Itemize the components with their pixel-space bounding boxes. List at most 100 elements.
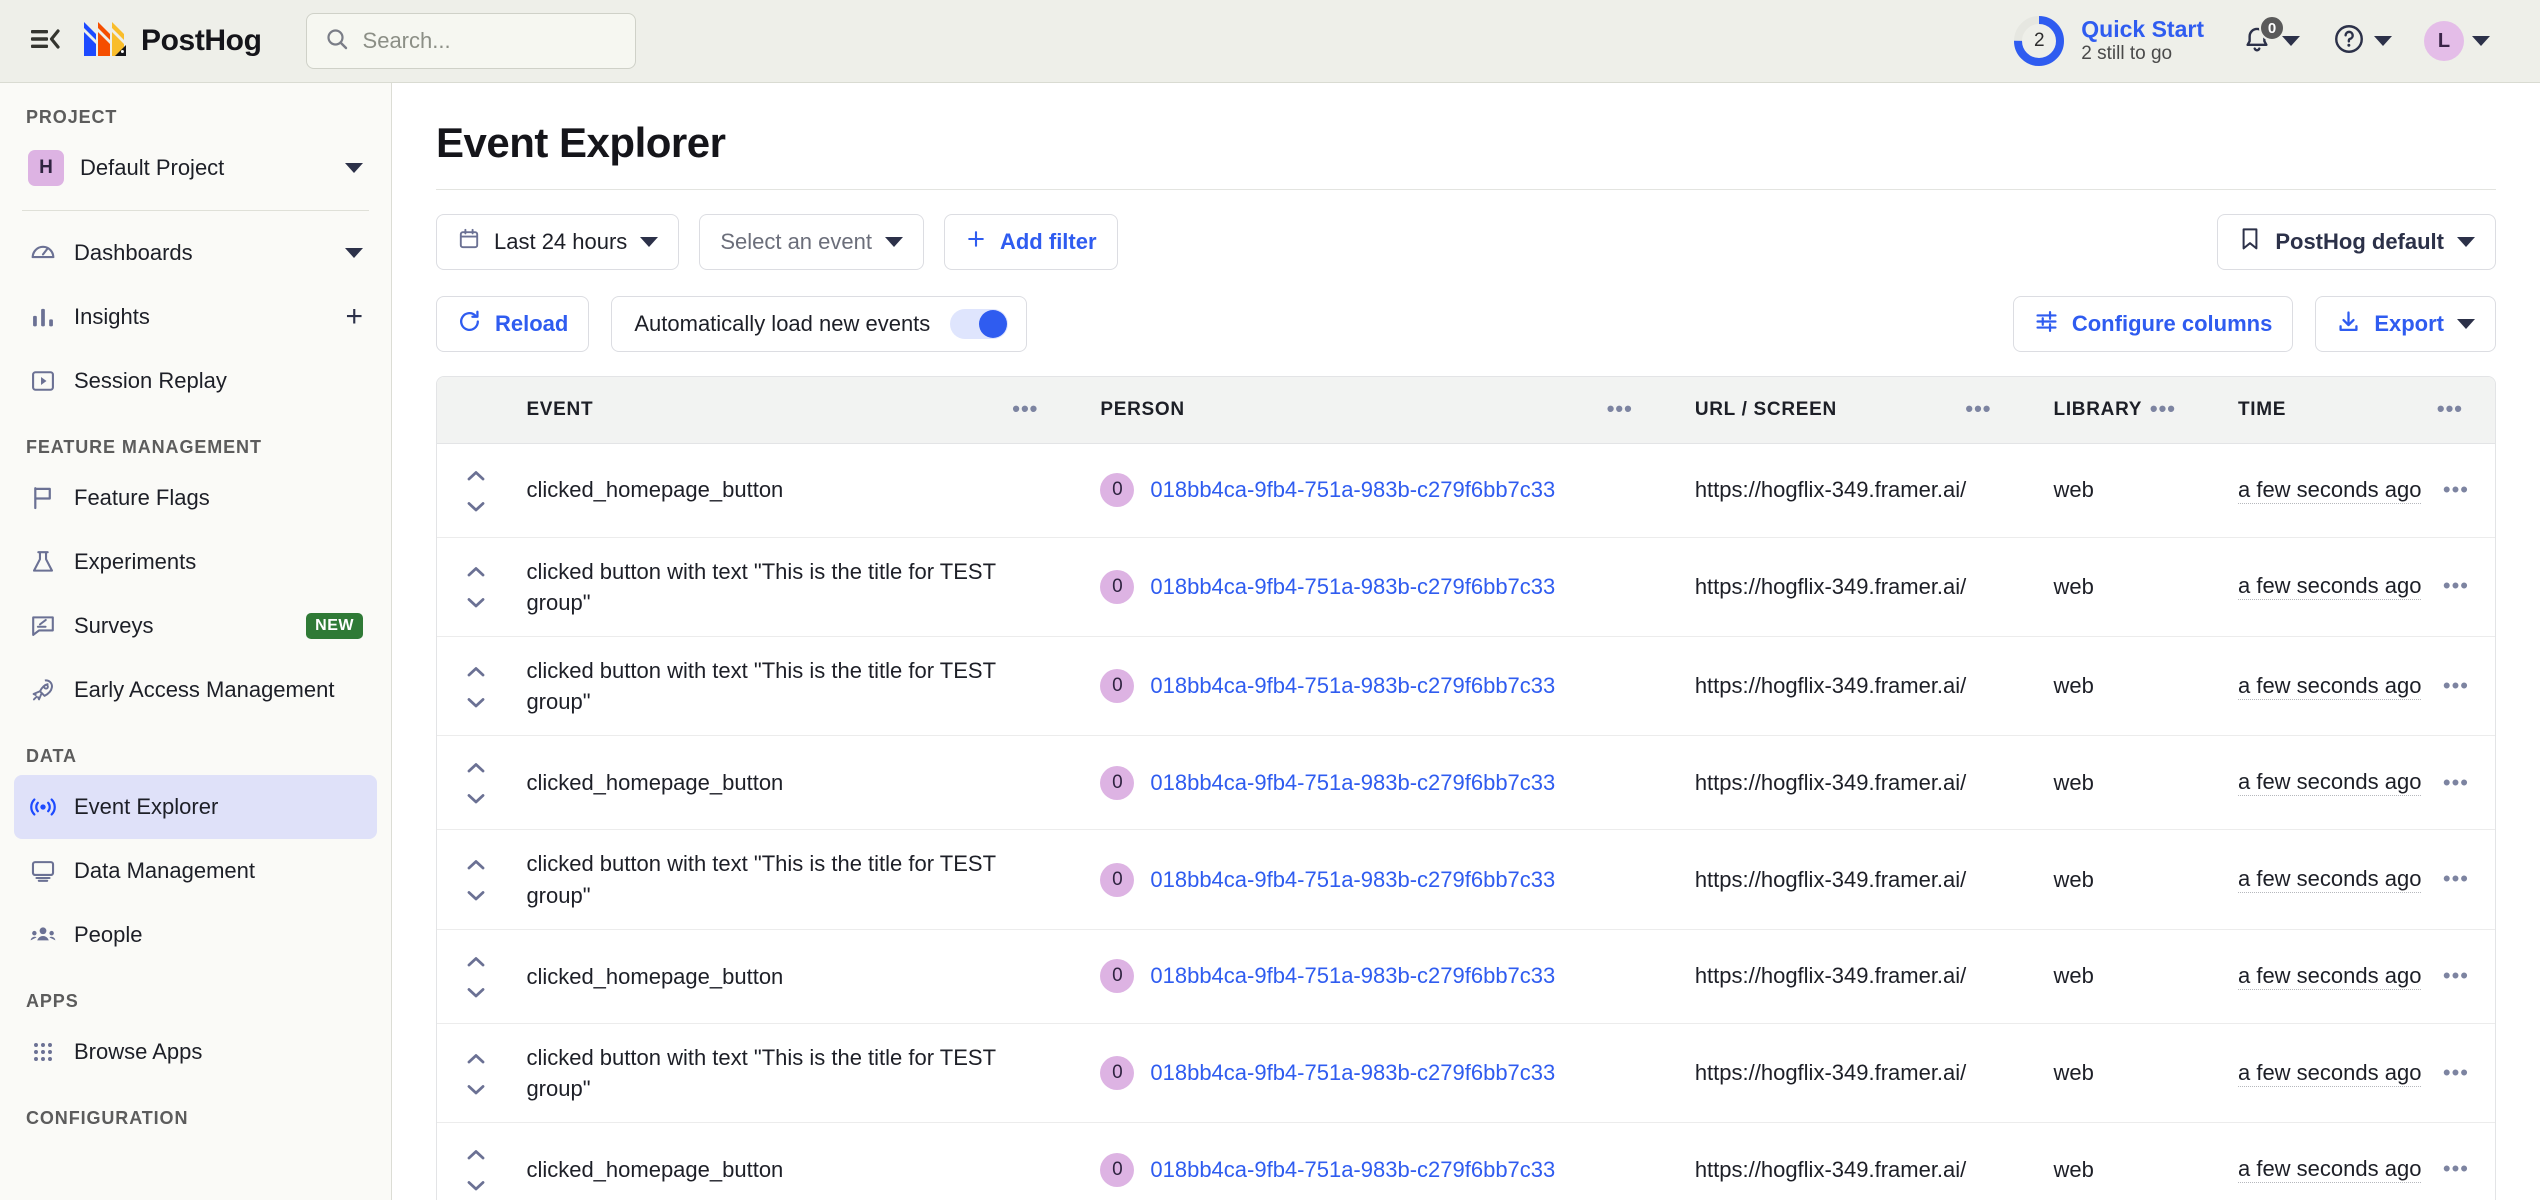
sidebar-item-feature-flags[interactable]: Feature Flags — [14, 466, 377, 530]
person-id-link[interactable]: 018bb4ca-9fb4-751a-983b-c279f6bb7c33 — [1150, 477, 1555, 503]
column-menu-icon[interactable]: ••• — [2144, 405, 2182, 414]
row-expand-cell[interactable] — [437, 736, 496, 830]
column-header-event: EVENT ••• — [496, 377, 1070, 443]
row-menu-icon[interactable]: ••• — [2437, 972, 2479, 981]
row-menu-icon[interactable]: ••• — [2437, 779, 2479, 788]
row-expand-cell[interactable] — [437, 1123, 496, 1200]
quick-start-count: 2 — [2013, 15, 2065, 67]
expand-row-toggle[interactable] — [437, 1141, 496, 1198]
person-id-link[interactable]: 018bb4ca-9fb4-751a-983b-c279f6bb7c33 — [1150, 963, 1555, 989]
person-id-link[interactable]: 018bb4ca-9fb4-751a-983b-c279f6bb7c33 — [1150, 1060, 1555, 1086]
row-expand-cell[interactable] — [437, 830, 496, 929]
row-menu-icon[interactable]: ••• — [2437, 875, 2479, 884]
chevron-down-icon — [466, 1076, 486, 1102]
table-row[interactable]: clicked button with text "This is the ti… — [437, 636, 2495, 735]
sidebar-item-dashboards[interactable]: Dashboards — [14, 221, 377, 285]
column-menu-icon[interactable]: ••• — [2431, 405, 2469, 414]
cell-event: clicked_homepage_button — [496, 443, 1070, 537]
time-text: a few seconds ago — [2238, 963, 2421, 990]
expand-row-toggle[interactable] — [437, 658, 496, 715]
chevron-up-icon — [466, 1045, 486, 1071]
table-row[interactable]: clicked button with text "This is the ti… — [437, 1023, 2495, 1122]
quick-start-button[interactable]: 2 Quick Start 2 still to go — [1993, 15, 2224, 67]
global-search-input[interactable]: Search... — [306, 13, 636, 69]
row-expand-cell[interactable] — [437, 443, 496, 537]
table-row[interactable]: clicked button with text "This is the ti… — [437, 830, 2495, 929]
calendar-icon — [457, 227, 481, 257]
sidebar-item-label: Dashboards — [74, 240, 329, 266]
app-body: PROJECT H Default Project Dashboards — [0, 83, 2540, 1200]
sidebar-item-label: Insights — [74, 304, 329, 330]
configure-columns-button[interactable]: Configure columns — [2013, 296, 2293, 352]
quick-start-progress-ring: 2 — [2013, 15, 2065, 67]
user-account-menu[interactable]: L — [2408, 13, 2506, 69]
row-menu-icon[interactable]: ••• — [2437, 682, 2479, 691]
rocket-icon — [28, 675, 58, 705]
toggle-switch[interactable] — [950, 309, 1008, 339]
row-expand-cell[interactable] — [437, 537, 496, 636]
sidebar-item-session-replay[interactable]: Session Replay — [14, 349, 377, 413]
expand-row-toggle[interactable] — [437, 948, 496, 1005]
sidebar-item-surveys[interactable]: Surveys NEW — [14, 594, 377, 658]
sidebar-item-people[interactable]: People — [14, 903, 377, 967]
monitor-icon — [28, 856, 58, 886]
sidebar-item-data-management[interactable]: Data Management — [14, 839, 377, 903]
expand-row-toggle[interactable] — [437, 462, 496, 519]
sidebar-item-experiments[interactable]: Experiments — [14, 530, 377, 594]
saved-view-dropdown[interactable]: PostHog default — [2217, 214, 2496, 270]
person-id-link[interactable]: 018bb4ca-9fb4-751a-983b-c279f6bb7c33 — [1150, 673, 1555, 699]
collapse-sidebar-button[interactable] — [22, 18, 68, 64]
table-row[interactable]: clicked_homepage_button 0 018bb4ca-9fb4-… — [437, 929, 2495, 1023]
column-header-library: LIBRARY ••• — [2024, 377, 2208, 443]
table-row[interactable]: clicked button with text "This is the ti… — [437, 537, 2495, 636]
time-text: a few seconds ago — [2238, 866, 2421, 893]
auto-load-events-toggle[interactable]: Automatically load new events — [611, 296, 1027, 352]
row-menu-icon[interactable]: ••• — [2437, 1165, 2479, 1174]
export-button[interactable]: Export — [2315, 296, 2496, 352]
cell-library: web — [2024, 736, 2208, 830]
row-menu-icon[interactable]: ••• — [2437, 582, 2479, 591]
posthog-logo-home-link[interactable]: PostHog — [82, 20, 262, 63]
table-row[interactable]: clicked_homepage_button 0 018bb4ca-9fb4-… — [437, 1123, 2495, 1200]
sidebar-item-early-access-management[interactable]: Early Access Management — [14, 658, 377, 722]
expand-row-toggle[interactable] — [437, 851, 496, 908]
sidebar-item-insights[interactable]: Insights + — [14, 285, 377, 349]
add-filter-button[interactable]: Add filter — [944, 214, 1118, 270]
person-id-link[interactable]: 018bb4ca-9fb4-751a-983b-c279f6bb7c33 — [1150, 1157, 1555, 1183]
row-expand-cell[interactable] — [437, 929, 496, 1023]
help-button[interactable] — [2316, 13, 2408, 69]
main-content: Event Explorer Last 24 hours — [392, 83, 2540, 1200]
top-bar-right-cluster: 2 Quick Start 2 still to go 0 — [1993, 13, 2506, 69]
table-row[interactable]: clicked_homepage_button 0 018bb4ca-9fb4-… — [437, 443, 2495, 537]
sidebar-item-default-project[interactable]: H Default Project — [14, 136, 377, 200]
row-menu-icon[interactable]: ••• — [2437, 486, 2479, 495]
chevron-down-icon — [466, 785, 486, 811]
expand-row-toggle[interactable] — [437, 1045, 496, 1102]
expand-row-toggle[interactable] — [437, 754, 496, 811]
url-text: https://hogflix-349.framer.ai/ — [1695, 1060, 1966, 1085]
row-expand-cell[interactable] — [437, 1023, 496, 1122]
reload-button[interactable]: Reload — [436, 296, 589, 352]
sidebar-item-event-explorer[interactable]: Event Explorer — [14, 775, 377, 839]
notifications-button[interactable]: 0 — [2224, 13, 2316, 69]
person-id-link[interactable]: 018bb4ca-9fb4-751a-983b-c279f6bb7c33 — [1150, 867, 1555, 893]
table-row[interactable]: clicked_homepage_button 0 018bb4ca-9fb4-… — [437, 736, 2495, 830]
add-filter-label: Add filter — [1000, 229, 1097, 255]
add-insight-button[interactable]: + — [345, 302, 363, 332]
event-select-dropdown[interactable]: Select an event — [699, 214, 924, 270]
row-menu-icon[interactable]: ••• — [2437, 1069, 2479, 1078]
row-expand-cell[interactable] — [437, 636, 496, 735]
date-range-picker[interactable]: Last 24 hours — [436, 214, 679, 270]
expand-row-toggle[interactable] — [437, 558, 496, 615]
person-id-link[interactable]: 018bb4ca-9fb4-751a-983b-c279f6bb7c33 — [1150, 574, 1555, 600]
column-menu-icon[interactable]: ••• — [1601, 405, 1639, 414]
cell-person: 0 018bb4ca-9fb4-751a-983b-c279f6bb7c33 — [1070, 1023, 1664, 1122]
event-name: clicked_homepage_button — [526, 1154, 1054, 1185]
chevron-up-icon — [466, 948, 486, 974]
url-text: https://hogflix-349.framer.ai/ — [1695, 867, 1966, 892]
column-menu-icon[interactable]: ••• — [1006, 405, 1044, 414]
person-id-link[interactable]: 018bb4ca-9fb4-751a-983b-c279f6bb7c33 — [1150, 770, 1555, 796]
column-menu-icon[interactable]: ••• — [1959, 405, 1997, 414]
sidebar-item-browse-apps[interactable]: Browse Apps — [14, 1020, 377, 1084]
person-group-badge: 0 — [1100, 669, 1134, 703]
